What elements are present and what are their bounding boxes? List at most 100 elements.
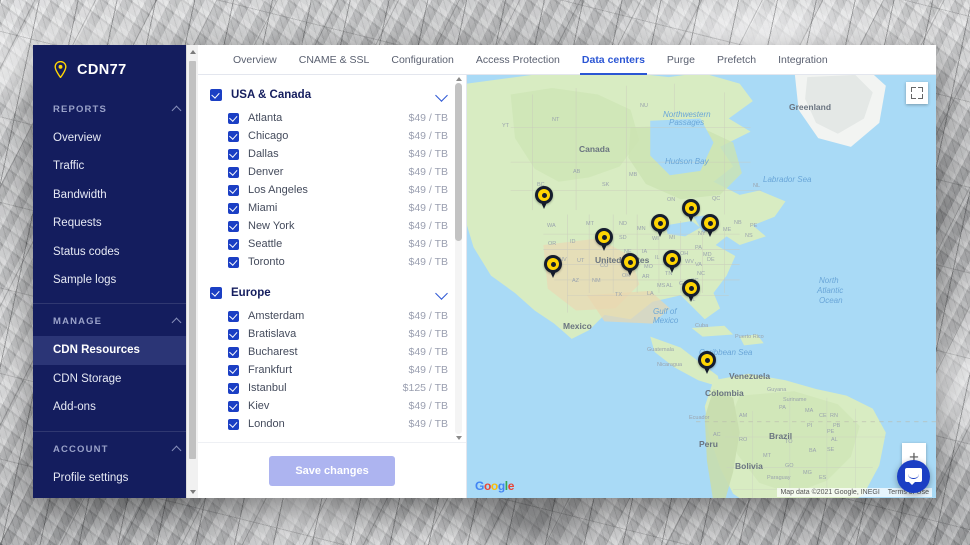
location-row[interactable]: Amsterdam $49 / TB (210, 307, 448, 325)
group-header-europe[interactable]: Europe (210, 283, 448, 307)
map-pin-new-york[interactable] (701, 214, 719, 238)
location-checkbox[interactable] (228, 112, 239, 124)
location-checkbox[interactable] (228, 346, 239, 358)
pin-dot (627, 259, 633, 265)
group-checkbox[interactable] (210, 89, 222, 101)
location-row[interactable]: Frankfurt $49 / TB (210, 361, 448, 379)
location-row[interactable]: Atlanta $49 / TB (210, 109, 448, 127)
sidebar-section-manage[interactable]: MANAGE (33, 304, 198, 336)
map-pin-miami[interactable] (682, 279, 700, 303)
sidebar-item-traffic[interactable]: Traffic (33, 152, 198, 180)
group-checkbox[interactable] (210, 287, 222, 299)
sidebar-item-billing[interactable]: Billing (33, 492, 198, 498)
chevron-down-icon[interactable] (436, 287, 448, 299)
location-checkbox[interactable] (228, 238, 239, 250)
map-label: ON (667, 197, 676, 203)
sidebar-item-cdn-resources[interactable]: CDN Resources (33, 336, 198, 365)
location-row[interactable]: Los Angeles $49 / TB (210, 181, 448, 199)
map-pin-seattle[interactable] (535, 186, 553, 210)
sidebar-item-sample-logs[interactable]: Sample logs (33, 266, 198, 294)
sidebar-item-cdn-storage[interactable]: CDN Storage (33, 365, 198, 393)
location-row[interactable]: Istanbul $125 / TB (210, 379, 448, 397)
tab-cname-ssl[interactable]: CNAME & SSL (288, 54, 381, 74)
sidebar-item-requests[interactable]: Requests (33, 209, 198, 237)
sidebar-item-bandwidth[interactable]: Bandwidth (33, 181, 198, 209)
map-label: MG (803, 470, 812, 476)
location-row[interactable]: London $49 / TB (210, 415, 448, 433)
map-label: ND (619, 221, 627, 227)
map-label: Puerto Rico (735, 334, 764, 340)
tab-integration[interactable]: Integration (767, 54, 839, 74)
google-logo-g1: G (475, 479, 484, 493)
panel-scrollbar[interactable] (455, 77, 462, 440)
location-checkbox[interactable] (228, 220, 239, 232)
map-pin-dallas[interactable] (621, 253, 639, 277)
map-label: IL (655, 255, 660, 261)
location-checkbox[interactable] (228, 310, 239, 322)
location-row[interactable]: Denver $49 / TB (210, 163, 448, 181)
scroll-down-arrow-icon[interactable] (187, 485, 198, 498)
location-checkbox[interactable] (228, 166, 239, 178)
brand-logo[interactable]: CDN77 (33, 45, 198, 92)
scrollbar-thumb[interactable] (189, 61, 196, 459)
location-checkbox[interactable] (228, 364, 239, 376)
google-logo-e: e (507, 479, 515, 493)
map-pin-bogota[interactable] (698, 351, 716, 375)
tab-data-centers[interactable]: Data centers (571, 54, 656, 75)
sidebar-item-add-ons[interactable]: Add-ons (33, 393, 198, 421)
fullscreen-icon[interactable] (906, 82, 928, 104)
group-header-usa-canada[interactable]: USA & Canada (210, 85, 448, 109)
tab-purge[interactable]: Purge (656, 54, 706, 74)
sidebar-item-status-codes[interactable]: Status codes (33, 238, 198, 266)
chat-bubble-icon[interactable] (897, 460, 930, 493)
location-row[interactable]: Kiev $49 / TB (210, 397, 448, 415)
tab-prefetch[interactable]: Prefetch (706, 54, 767, 74)
map-label: NT (552, 117, 560, 123)
map-pin-los-angeles[interactable] (544, 255, 562, 279)
tab-configuration[interactable]: Configuration (380, 54, 464, 74)
sidebar-section-reports[interactable]: REPORTS (33, 92, 198, 124)
chevron-down-icon[interactable] (436, 89, 448, 101)
location-row[interactable]: Bucharest $49 / TB (210, 343, 448, 361)
location-name: London (248, 418, 285, 430)
location-row[interactable]: Miami $49 / TB (210, 199, 448, 217)
location-row[interactable]: Dallas $49 / TB (210, 145, 448, 163)
scroll-up-arrow-icon[interactable] (455, 77, 462, 81)
location-row[interactable]: New York $49 / TB (210, 217, 448, 235)
location-checkbox[interactable] (228, 184, 239, 196)
chevron-up-icon (173, 445, 182, 454)
location-checkbox[interactable] (228, 148, 239, 160)
tab-overview[interactable]: Overview (222, 54, 288, 74)
location-row[interactable]: Seattle $49 / TB (210, 235, 448, 253)
sidebar-item-overview[interactable]: Overview (33, 124, 198, 152)
app-window: CDN77 REPORTS Overview Traffic Bandwidth… (33, 45, 936, 498)
save-changes-button[interactable]: Save changes (269, 455, 395, 486)
location-checkbox[interactable] (228, 382, 239, 394)
tab-access-protection[interactable]: Access Protection (465, 54, 571, 74)
map-pin-denver[interactable] (595, 228, 613, 252)
location-checkbox[interactable] (228, 202, 239, 214)
scrollbar-thumb[interactable] (455, 83, 462, 241)
map-label: Canada (579, 144, 610, 154)
map-canvas[interactable]: CanadaUnited StatesMexicoGreenlandBrazil… (466, 75, 936, 498)
location-checkbox[interactable] (228, 130, 239, 142)
location-row[interactable]: Bratislava $49 / TB (210, 325, 448, 343)
map-label: OH (680, 251, 689, 257)
location-checkbox[interactable] (228, 400, 239, 412)
sidebar-scrollbar[interactable] (186, 45, 198, 498)
scroll-up-arrow-icon[interactable] (187, 45, 198, 58)
map-label: VA (695, 262, 702, 268)
map-pin-atlanta[interactable] (663, 250, 681, 274)
sidebar-item-profile-settings[interactable]: Profile settings (33, 464, 198, 492)
location-checkbox[interactable] (228, 256, 239, 268)
map-label: NS (745, 233, 753, 239)
map-label: AR (642, 274, 650, 280)
map-pin-toronto[interactable] (682, 199, 700, 223)
sidebar-section-account[interactable]: ACCOUNT (33, 432, 198, 464)
location-checkbox[interactable] (228, 328, 239, 340)
location-row[interactable]: Chicago $49 / TB (210, 127, 448, 145)
scroll-down-arrow-icon[interactable] (455, 436, 462, 440)
location-row[interactable]: Toronto $49 / TB (210, 253, 448, 271)
location-checkbox[interactable] (228, 418, 239, 430)
map-pin-chicago[interactable] (651, 214, 669, 238)
